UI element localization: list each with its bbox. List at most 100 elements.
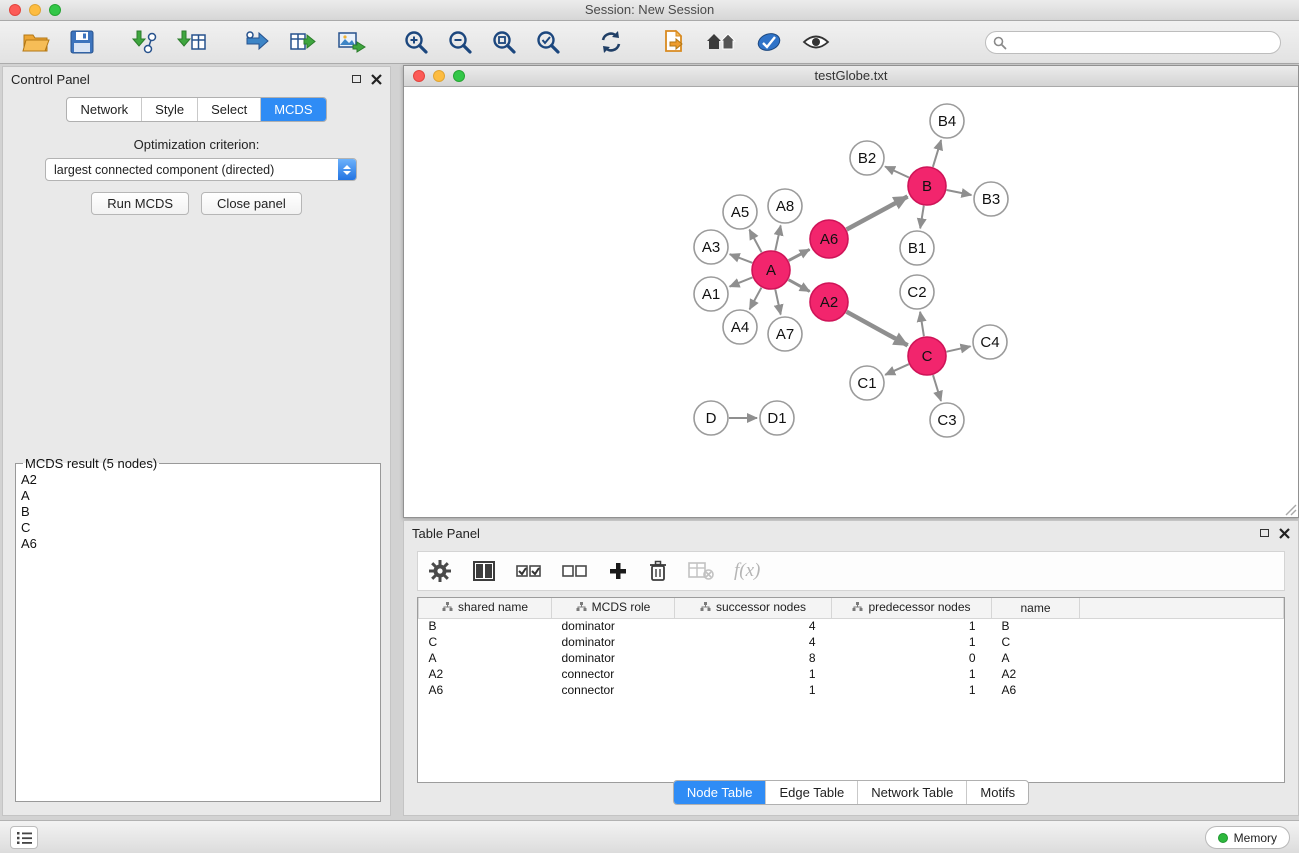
table-cell[interactable]: 0 xyxy=(832,650,992,666)
result-item[interactable]: A6 xyxy=(21,536,375,552)
open-session-button[interactable] xyxy=(19,28,53,57)
graph-edge[interactable] xyxy=(847,197,908,230)
col-successor-nodes[interactable]: successor nodes xyxy=(675,598,832,618)
select-all-button[interactable] xyxy=(516,562,542,580)
export-image-button[interactable] xyxy=(335,27,369,57)
table-cell[interactable]: C xyxy=(419,634,552,650)
graphics-details-button[interactable] xyxy=(703,27,739,57)
table-cell[interactable]: dominator xyxy=(552,634,675,650)
show-columns-button[interactable] xyxy=(472,560,496,582)
table-cell[interactable]: B xyxy=(992,618,1080,634)
tab-style[interactable]: Style xyxy=(141,98,197,121)
export-table-button[interactable] xyxy=(287,27,321,57)
minimize-window-button[interactable] xyxy=(29,4,41,16)
tab-select[interactable]: Select xyxy=(197,98,260,121)
table-cell[interactable]: C xyxy=(992,634,1080,650)
table-row[interactable]: A2connector11A2 xyxy=(419,666,1284,682)
table-cell[interactable]: 1 xyxy=(832,618,992,634)
search-input[interactable] xyxy=(985,31,1281,54)
table-cell[interactable]: dominator xyxy=(552,618,675,634)
table-cell[interactable]: dominator xyxy=(552,650,675,666)
tab-network[interactable]: Network xyxy=(67,98,141,121)
col-mcds-role[interactable]: MCDS role xyxy=(552,598,675,618)
run-mcds-button[interactable]: Run MCDS xyxy=(91,192,189,215)
table-cell[interactable]: connector xyxy=(552,666,675,682)
col-shared-name[interactable]: shared name xyxy=(419,598,552,618)
table-cell[interactable]: A xyxy=(992,650,1080,666)
import-network-button[interactable] xyxy=(129,27,161,57)
zoom-window-button[interactable] xyxy=(49,4,61,16)
table-cell[interactable]: 1 xyxy=(832,666,992,682)
tab-node-table[interactable]: Node Table xyxy=(674,781,766,804)
graph-edge[interactable] xyxy=(750,288,762,310)
task-history-button[interactable] xyxy=(10,826,38,849)
table-cell[interactable]: 1 xyxy=(675,666,832,682)
close-window-button[interactable] xyxy=(9,4,21,16)
tab-mcds[interactable]: MCDS xyxy=(260,98,325,121)
close-panel-button[interactable]: Close panel xyxy=(201,192,302,215)
graph-edge[interactable] xyxy=(775,226,780,251)
result-item[interactable]: B xyxy=(21,504,375,520)
graph-edge[interactable] xyxy=(920,312,924,336)
table-cell[interactable]: A xyxy=(419,650,552,666)
table-row[interactable]: A6connector11A6 xyxy=(419,682,1284,698)
col-predecessor-nodes[interactable]: predecessor nodes xyxy=(832,598,992,618)
graph-edge[interactable] xyxy=(730,254,753,263)
graph-edge[interactable] xyxy=(885,364,909,375)
tab-edge-table[interactable]: Edge Table xyxy=(765,781,857,804)
zoom-out-button[interactable] xyxy=(445,27,475,57)
table-cell[interactable]: 4 xyxy=(675,618,832,634)
delete-column-button[interactable] xyxy=(648,560,668,582)
export-network-button[interactable] xyxy=(241,27,273,57)
col-name[interactable]: name xyxy=(992,598,1080,618)
optimization-criterion-dropdown[interactable]: largest connected component (directed) xyxy=(45,158,357,181)
table-cell[interactable]: A6 xyxy=(419,682,552,698)
network-canvas[interactable]: B4B2BB3A5A8A6B1A3AC2A1A2A4A7C4CC1C3DD1 xyxy=(404,87,1298,517)
graph-edge[interactable] xyxy=(920,206,924,229)
result-item[interactable]: A2 xyxy=(21,472,375,488)
graph-edge[interactable] xyxy=(933,375,941,401)
show-hide-button[interactable] xyxy=(799,27,833,57)
table-settings-button[interactable] xyxy=(428,559,452,583)
tab-motifs[interactable]: Motifs xyxy=(966,781,1028,804)
resize-grip-icon[interactable] xyxy=(1284,503,1297,516)
zoom-selected-button[interactable] xyxy=(533,27,563,57)
table-cell[interactable]: A2 xyxy=(419,666,552,682)
result-item[interactable]: C xyxy=(21,520,375,536)
table-cell[interactable]: connector xyxy=(552,682,675,698)
float-panel-icon[interactable] xyxy=(352,75,361,83)
table-cell[interactable]: A2 xyxy=(992,666,1080,682)
table-row[interactable]: Bdominator41B xyxy=(419,618,1284,634)
graph-edge[interactable] xyxy=(933,140,941,167)
graph-edge[interactable] xyxy=(847,312,908,346)
deselect-all-button[interactable] xyxy=(562,562,588,580)
zoom-fit-button[interactable] xyxy=(489,27,519,57)
graph-edge[interactable] xyxy=(789,249,810,260)
birdseye-button[interactable] xyxy=(753,27,785,57)
tab-network-table[interactable]: Network Table xyxy=(857,781,966,804)
table-row[interactable]: Cdominator41C xyxy=(419,634,1284,650)
table-row[interactable]: Adominator80A xyxy=(419,650,1284,666)
graph-edge[interactable] xyxy=(789,280,810,292)
refresh-button[interactable] xyxy=(595,27,627,57)
function-builder-button[interactable]: f(x) xyxy=(734,560,760,582)
result-item[interactable]: A xyxy=(21,488,375,504)
close-network-window-button[interactable] xyxy=(413,70,425,82)
graph-edge[interactable] xyxy=(947,190,972,195)
add-column-button[interactable] xyxy=(608,561,628,581)
table-cell[interactable]: 8 xyxy=(675,650,832,666)
graph-edge[interactable] xyxy=(885,167,909,178)
graph-edge[interactable] xyxy=(730,277,753,286)
delete-table-button[interactable] xyxy=(688,561,714,581)
table-cell[interactable]: 1 xyxy=(832,682,992,698)
table-cell[interactable]: A6 xyxy=(992,682,1080,698)
import-table-button[interactable] xyxy=(175,27,209,57)
table-cell[interactable]: 4 xyxy=(675,634,832,650)
table-cell[interactable]: 1 xyxy=(675,682,832,698)
graph-edge[interactable] xyxy=(749,230,761,253)
zoom-network-window-button[interactable] xyxy=(453,70,465,82)
zoom-in-button[interactable] xyxy=(401,27,431,57)
memory-button[interactable]: Memory xyxy=(1205,826,1290,849)
graph-edge[interactable] xyxy=(947,346,971,351)
minimize-network-window-button[interactable] xyxy=(433,70,445,82)
